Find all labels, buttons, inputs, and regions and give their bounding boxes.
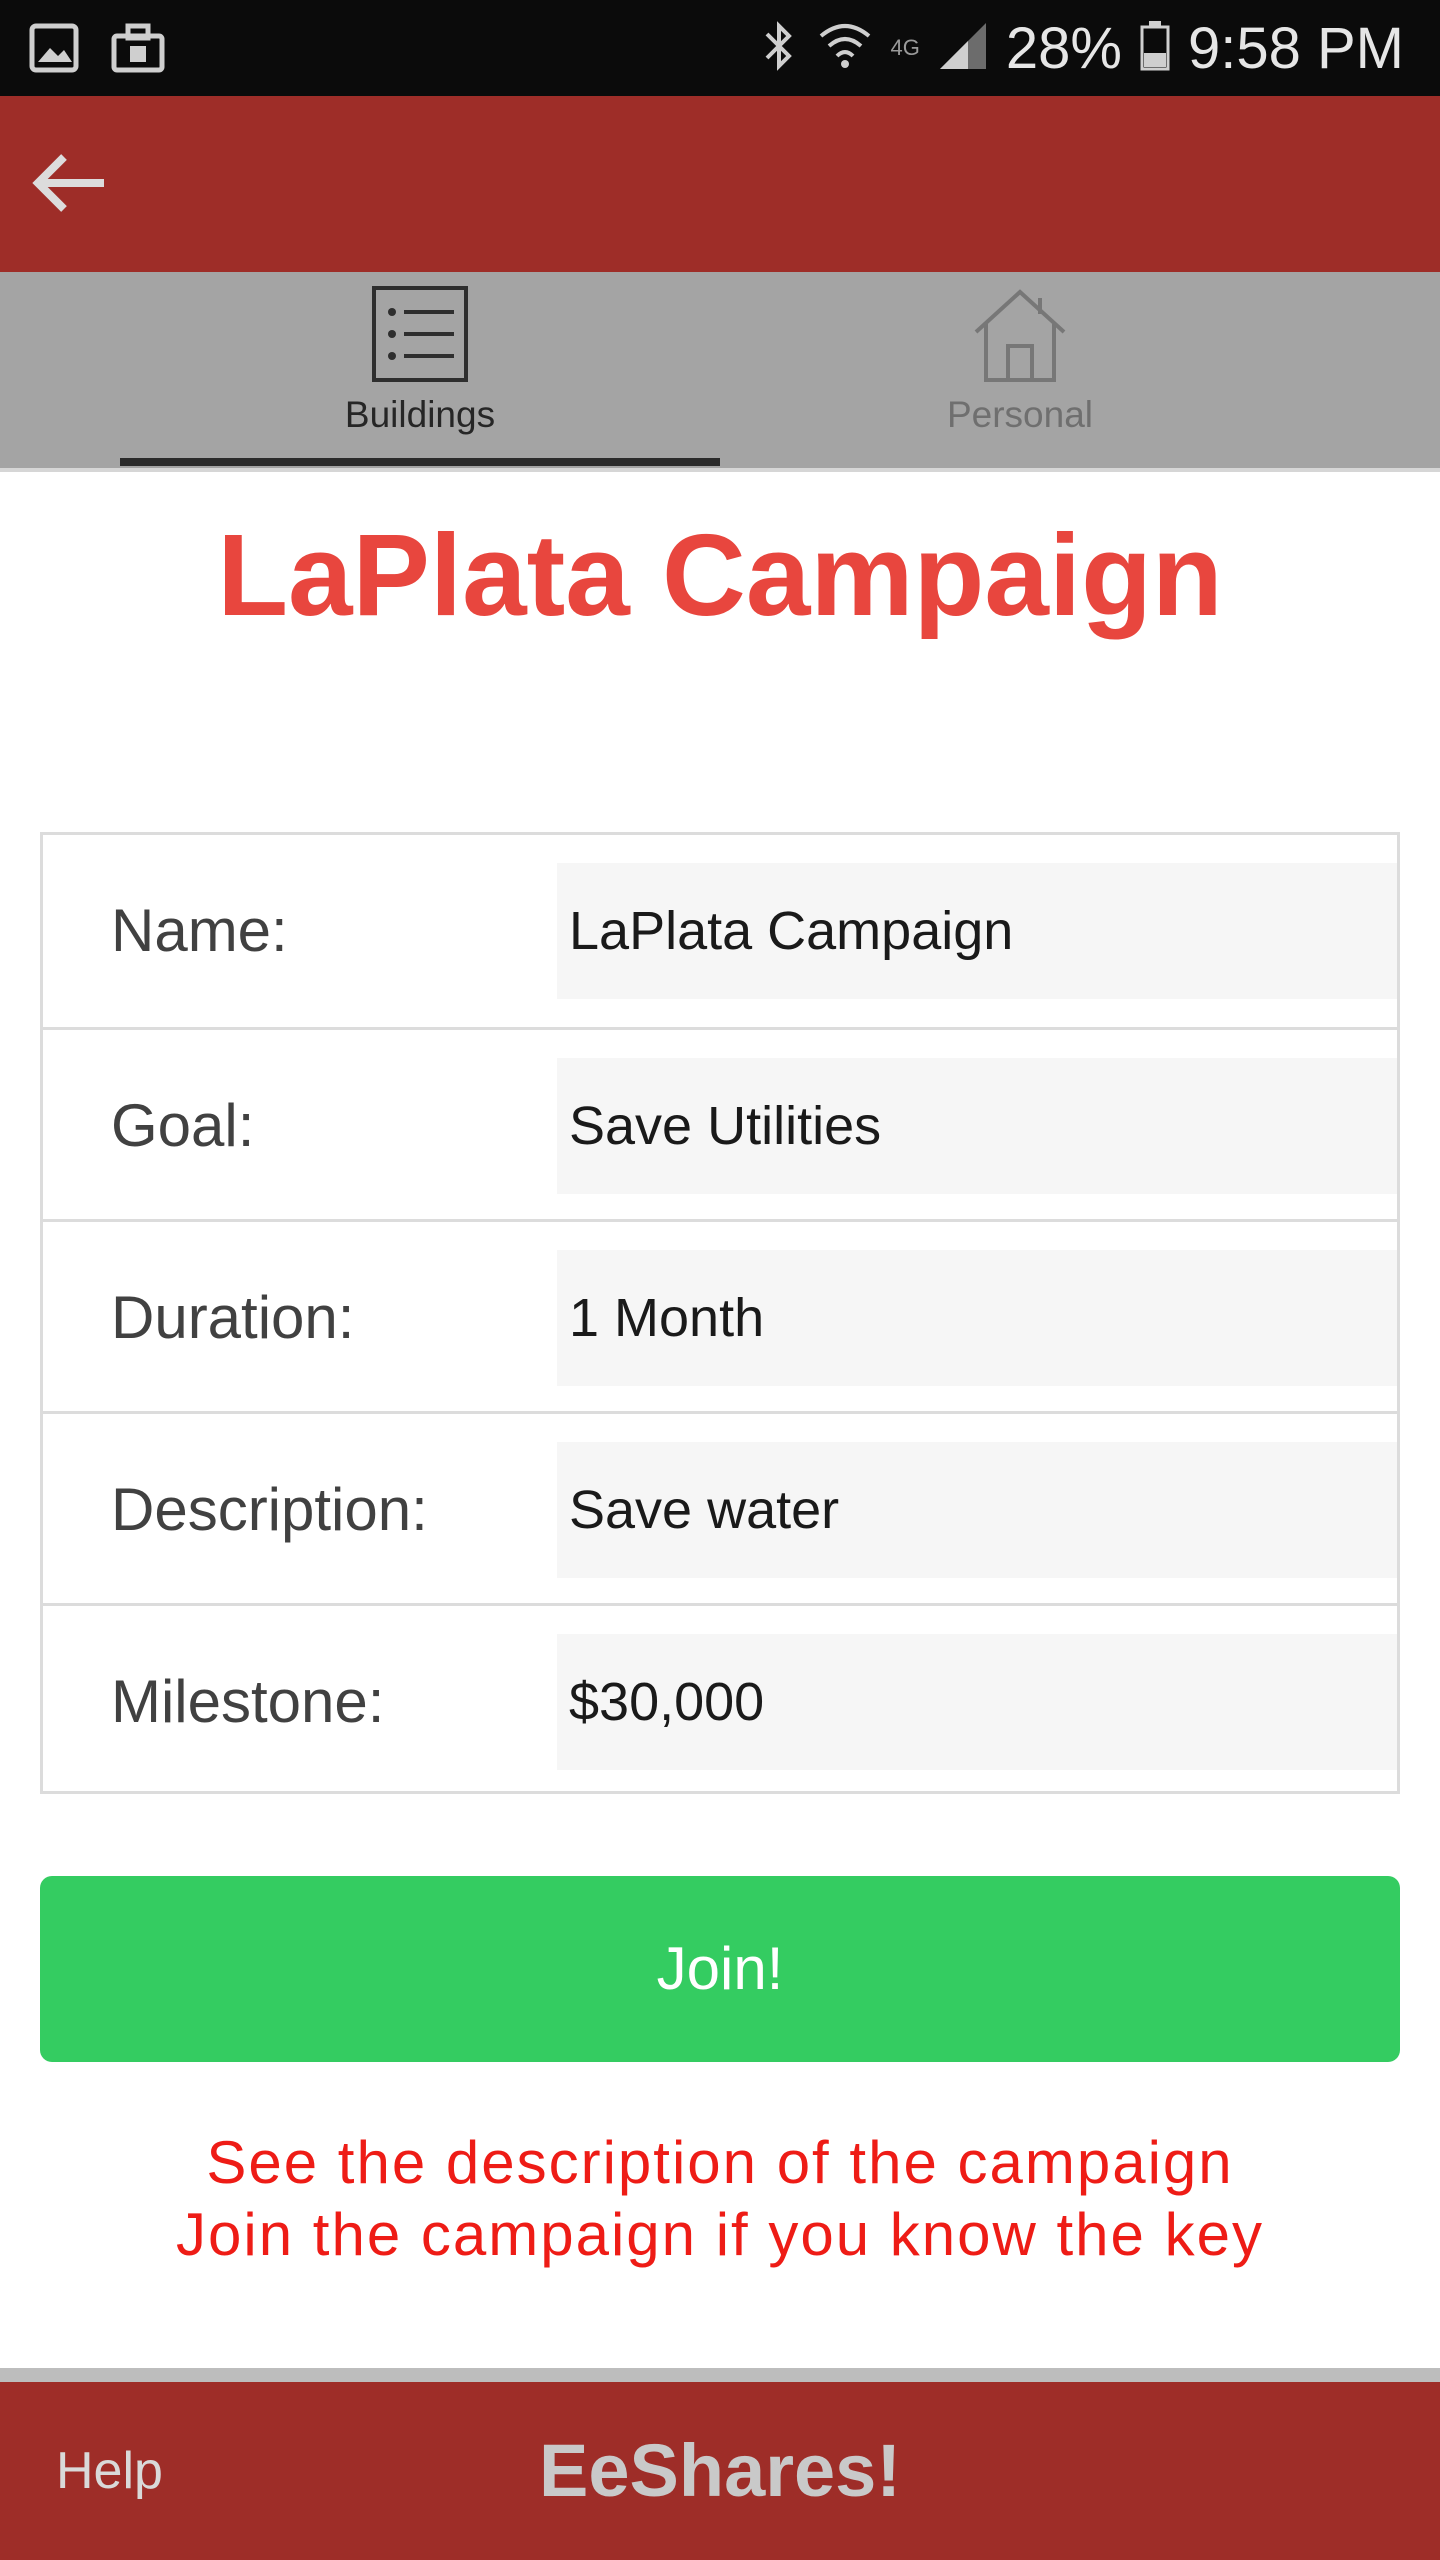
detail-value: Save Utilities (557, 1058, 1397, 1194)
bluetooth-icon (759, 18, 799, 79)
briefcase-icon (110, 22, 166, 79)
detail-label: Goal: (111, 1092, 255, 1159)
detail-row-description: Description: Save water (43, 1411, 1397, 1606)
arrow-left-icon (32, 154, 104, 212)
detail-value: 1 Month (557, 1250, 1397, 1386)
battery-icon (1140, 20, 1170, 76)
detail-value: LaPlata Campaign (557, 863, 1397, 999)
detail-label: Name: (111, 897, 288, 964)
list-icon (370, 284, 470, 389)
active-tab-indicator (120, 458, 720, 466)
page-title: LaPlata Campaign (217, 510, 1223, 640)
wifi-icon (817, 18, 873, 79)
tab-bar: Buildings Personal (0, 272, 1440, 468)
battery-percent: 28% (1005, 15, 1122, 81)
help-link[interactable]: Help (56, 2382, 163, 2560)
detail-row-goal: Goal: Save Utilities (43, 1027, 1397, 1222)
network-type: 4G (890, 35, 920, 60)
info-line-2: Join the campaign if you know the key (176, 2201, 1264, 2268)
status-right: 4G 28% 9:58 PM (759, 0, 1404, 96)
detail-label: Milestone: (111, 1668, 385, 1735)
bottom-divider (0, 2368, 1440, 2382)
bottom-bar: EeShares! Help (0, 2382, 1440, 2560)
detail-label: Duration: (111, 1284, 355, 1351)
gallery-icon (28, 22, 80, 79)
action-bar (0, 96, 1440, 272)
back-button[interactable] (26, 138, 116, 228)
join-button[interactable]: Join! (40, 1876, 1400, 2062)
detail-value: $30,000 (557, 1634, 1397, 1770)
tab-personal[interactable]: Personal (660, 272, 1380, 468)
tab-personal-label: Personal (946, 394, 1094, 435)
campaign-details: Name: LaPlata Campaign Goal: Save Utilit… (40, 832, 1400, 1794)
clock: 9:58 PM (1188, 15, 1404, 81)
info-line-1: See the description of the campaign (206, 2129, 1234, 2196)
status-bar: 4G 28% 9:58 PM (0, 0, 1440, 96)
detail-row-milestone: Milestone: $30,000 (43, 1603, 1397, 1798)
detail-label: Description: (111, 1476, 428, 1543)
detail-value: Save water (557, 1442, 1397, 1578)
tab-bar-shadow (0, 468, 1440, 472)
notification-icons (28, 22, 166, 79)
detail-row-duration: Duration: 1 Month (43, 1219, 1397, 1414)
house-icon (970, 284, 1070, 389)
brand-title: EeShares! (539, 2429, 901, 2512)
detail-row-name: Name: LaPlata Campaign (43, 835, 1397, 1027)
signal-icon (938, 21, 988, 76)
